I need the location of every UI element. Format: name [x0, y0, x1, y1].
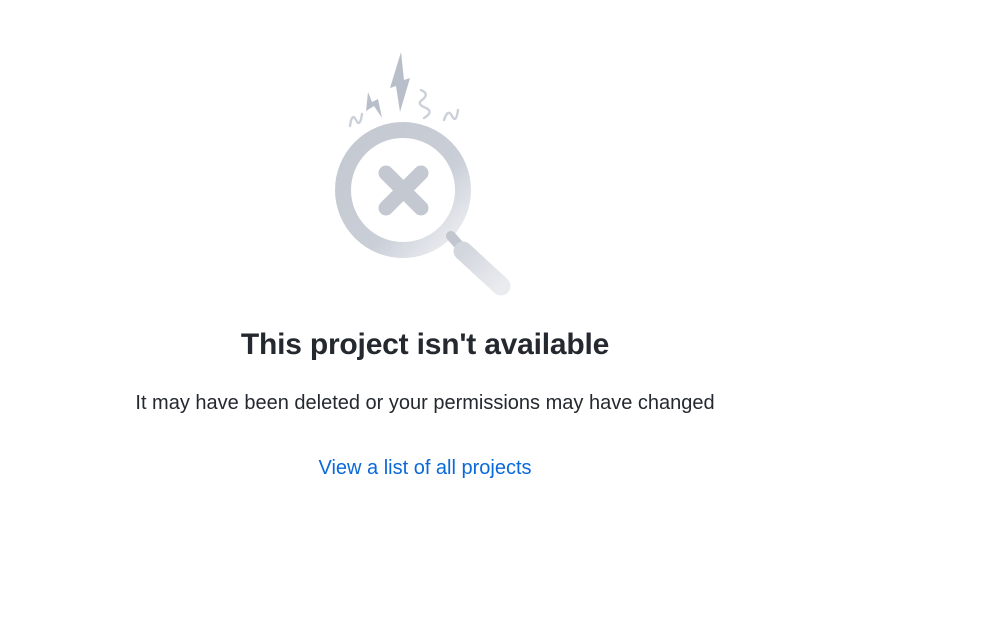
- view-all-projects-link[interactable]: View a list of all projects: [318, 457, 531, 479]
- page-title: This project isn't available: [240, 328, 610, 361]
- empty-state-illustration: [330, 48, 520, 300]
- view-projects-link-container: View a list of all projects: [0, 457, 850, 480]
- handle: [453, 241, 511, 296]
- magnifier-no-results-icon: [335, 52, 511, 296]
- empty-state-description: It may have been deleted or your permiss…: [135, 392, 715, 414]
- handle-neck: [446, 231, 463, 249]
- close-icon: [378, 165, 429, 216]
- lightning-bolt-icon: [366, 52, 410, 118]
